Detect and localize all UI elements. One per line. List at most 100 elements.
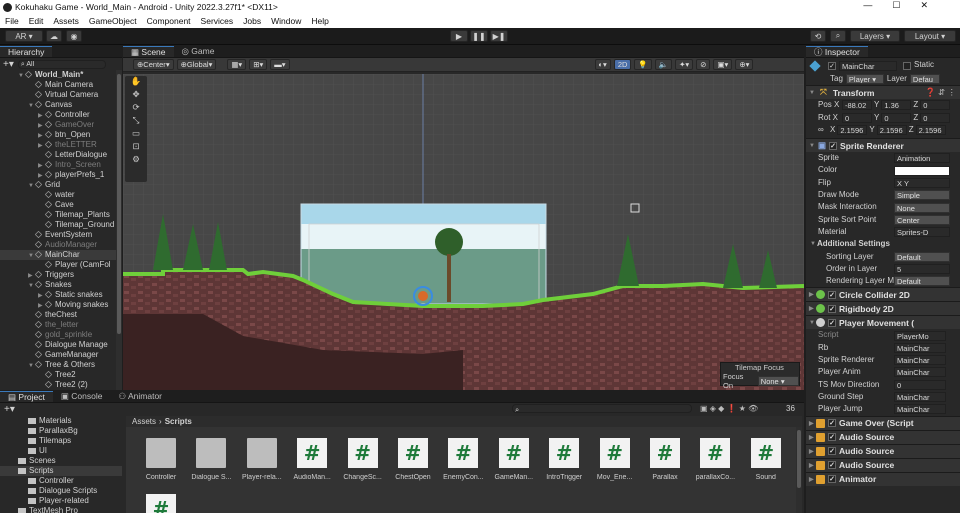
- field-value[interactable]: X Y: [894, 177, 950, 188]
- grid-snap-icon[interactable]: ▦▾: [227, 59, 247, 70]
- component-menu-icon[interactable]: ❓ ⇵ ⋮: [925, 87, 956, 98]
- space-dropdown[interactable]: ⊕ Global ▾: [176, 59, 217, 70]
- field-value[interactable]: Default: [894, 251, 950, 262]
- rot-z-field[interactable]: 0: [920, 112, 951, 123]
- component-header[interactable]: ▶ ✓ Circle Collider 2D: [806, 287, 960, 302]
- custom-tool-icon[interactable]: ⚙: [125, 154, 147, 167]
- project-tree-item[interactable]: UI: [0, 446, 122, 456]
- hierarchy-item[interactable]: Virtual Camera: [0, 90, 122, 100]
- lighting-icon[interactable]: 💡: [634, 59, 652, 70]
- hierarchy-item[interactable]: theChest: [0, 310, 122, 320]
- field-value[interactable]: Sprites-D: [894, 227, 950, 238]
- tag-dropdown[interactable]: Player ▾: [845, 74, 884, 85]
- breadcrumb-assets[interactable]: Assets: [132, 417, 156, 426]
- transform-tool-icon[interactable]: ⊡: [125, 141, 147, 154]
- layers-dropdown[interactable]: Layers ▾: [850, 30, 900, 42]
- hierarchy-scrollbar[interactable]: [116, 70, 122, 390]
- snap-increment-icon[interactable]: ⊞▾: [249, 59, 268, 70]
- pos-z-field[interactable]: 0: [920, 100, 951, 111]
- project-tree-item[interactable]: Scripts: [0, 466, 122, 476]
- project-tree-item[interactable]: Player-related: [0, 496, 122, 506]
- component-enabled-checkbox[interactable]: ✓: [828, 318, 836, 327]
- asset-script[interactable]: # EnemyCon...: [440, 438, 486, 481]
- breadcrumb-scripts[interactable]: Scripts: [165, 417, 192, 426]
- component-header[interactable]: ▶ ✓ Animator: [806, 471, 960, 486]
- rot-x-field[interactable]: 0: [842, 112, 872, 123]
- project-tree-item[interactable]: TextMesh Pro: [0, 506, 122, 513]
- hierarchy-item[interactable]: water: [0, 190, 122, 200]
- hierarchy-item[interactable]: GameManager: [0, 350, 122, 360]
- scene-viewport[interactable]: ✋ ✥ ⟳ ⤡ ▭ ⊡ ⚙ Tilemap Focus Focus On Non…: [123, 74, 804, 390]
- account-button[interactable]: AR ▾: [5, 30, 43, 42]
- hierarchy-item[interactable]: AudioManager: [0, 240, 122, 250]
- asset-script[interactable]: # parallaxCo...: [692, 438, 738, 481]
- menu-component[interactable]: Component: [142, 14, 196, 28]
- field-value[interactable]: Center: [894, 214, 950, 225]
- component-header[interactable]: ▶ ✓ Game Over (Script: [806, 415, 960, 430]
- hierarchy-item[interactable]: the_letter: [0, 320, 122, 330]
- asset-script[interactable]: # Mov_Ene...: [592, 438, 638, 481]
- asset-script[interactable]: # ChangeSc...: [340, 438, 386, 481]
- hierarchy-item[interactable]: ▶ GameOver: [0, 120, 122, 130]
- hierarchy-item[interactable]: ▶ Static snakes: [0, 290, 122, 300]
- menu-assets[interactable]: Assets: [48, 14, 84, 28]
- menu-jobs[interactable]: Jobs: [238, 14, 266, 28]
- project-tree-item[interactable]: ParallaxBg: [0, 426, 122, 436]
- layer-dropdown[interactable]: Defau: [909, 74, 940, 85]
- rotate-tool-icon[interactable]: ⟳: [125, 102, 147, 115]
- hierarchy-item[interactable]: ▼ Tree & Others: [0, 360, 122, 370]
- project-tree-item[interactable]: Controller: [0, 476, 122, 486]
- field-value[interactable]: None: [894, 202, 950, 213]
- field-value[interactable]: 0: [894, 379, 946, 390]
- hierarchy-item[interactable]: Tree2 (2): [0, 380, 122, 390]
- asset-script[interactable]: # IntroTrigger: [541, 438, 587, 481]
- step-button[interactable]: ▶❚: [490, 30, 508, 42]
- tab-animator[interactable]: ⚇ Animator: [110, 391, 170, 402]
- menu-services[interactable]: Services: [196, 14, 239, 28]
- audio-icon[interactable]: 🔈: [654, 59, 673, 70]
- project-tree-item[interactable]: Dialogue Scripts: [0, 486, 122, 496]
- sprite-renderer-header[interactable]: ▼ ▣ ✓ Sprite Renderer: [806, 138, 960, 153]
- asset-script[interactable]: # ChestOpen: [390, 438, 436, 481]
- asset-script[interactable]: # AudioMan...: [289, 438, 335, 481]
- focus-on-dropdown[interactable]: None ▾: [757, 376, 799, 386]
- menu-file[interactable]: File: [0, 14, 24, 28]
- hierarchy-item[interactable]: ▶ theLETTER: [0, 140, 122, 150]
- hierarchy-item[interactable]: Tilemap_Ground: [0, 220, 122, 230]
- field-value[interactable]: [894, 165, 950, 176]
- asset-script[interactable]: # Sound: [743, 438, 789, 481]
- rot-y-field[interactable]: 0: [881, 112, 912, 123]
- scale-y-field[interactable]: 2.1596: [876, 125, 907, 136]
- scale-z-field[interactable]: 2.1596: [915, 125, 946, 136]
- hierarchy-item[interactable]: ▶ btn_Open: [0, 130, 122, 140]
- pivot-dropdown[interactable]: ⊕ Center ▾: [133, 59, 174, 70]
- project-tree-item[interactable]: Scenes: [0, 456, 122, 466]
- history-icon[interactable]: ⟲: [810, 30, 826, 42]
- menu-help[interactable]: Help: [306, 14, 333, 28]
- gizmos-icon[interactable]: ⊕▾: [735, 59, 754, 70]
- project-search-input[interactable]: ⌕: [512, 404, 692, 413]
- pause-button[interactable]: ❚❚: [470, 30, 488, 42]
- hierarchy-search-input[interactable]: ⌕ All: [17, 59, 106, 69]
- component-header[interactable]: ▶ ✓ Audio Source: [806, 429, 960, 444]
- asset-folder[interactable]: Player-rela...: [239, 438, 285, 481]
- hand-tool-icon[interactable]: ✋: [125, 76, 147, 89]
- hierarchy-item[interactable]: Dialogue Manage: [0, 340, 122, 350]
- field-value[interactable]: MainChar: [894, 392, 946, 403]
- field-value[interactable]: MainChar: [894, 404, 946, 415]
- component-header[interactable]: ▶ ✓ Audio Source: [806, 443, 960, 458]
- add-icon[interactable]: +▾: [3, 59, 14, 70]
- cloud-icon[interactable]: ☁: [46, 30, 62, 42]
- project-filter-icons[interactable]: ▣ ◈ ◆ ❗ ★ 👁: [700, 404, 758, 413]
- asset-script[interactable]: #: [138, 494, 184, 513]
- field-value[interactable]: MainChar: [894, 355, 946, 366]
- tab-inspector[interactable]: ⓘ Inspector: [806, 46, 868, 57]
- play-button[interactable]: ▶: [450, 30, 468, 42]
- field-value[interactable]: 5: [894, 264, 950, 274]
- tab-game[interactable]: ◎ Game: [174, 46, 223, 57]
- hierarchy-item[interactable]: ▶ Intro_Screen: [0, 160, 122, 170]
- hierarchy-item[interactable]: ▶ Controller: [0, 110, 122, 120]
- move-tool-icon[interactable]: ✥: [125, 89, 147, 102]
- menu-window[interactable]: Window: [266, 14, 306, 28]
- component-enabled-checkbox[interactable]: ✓: [828, 304, 836, 313]
